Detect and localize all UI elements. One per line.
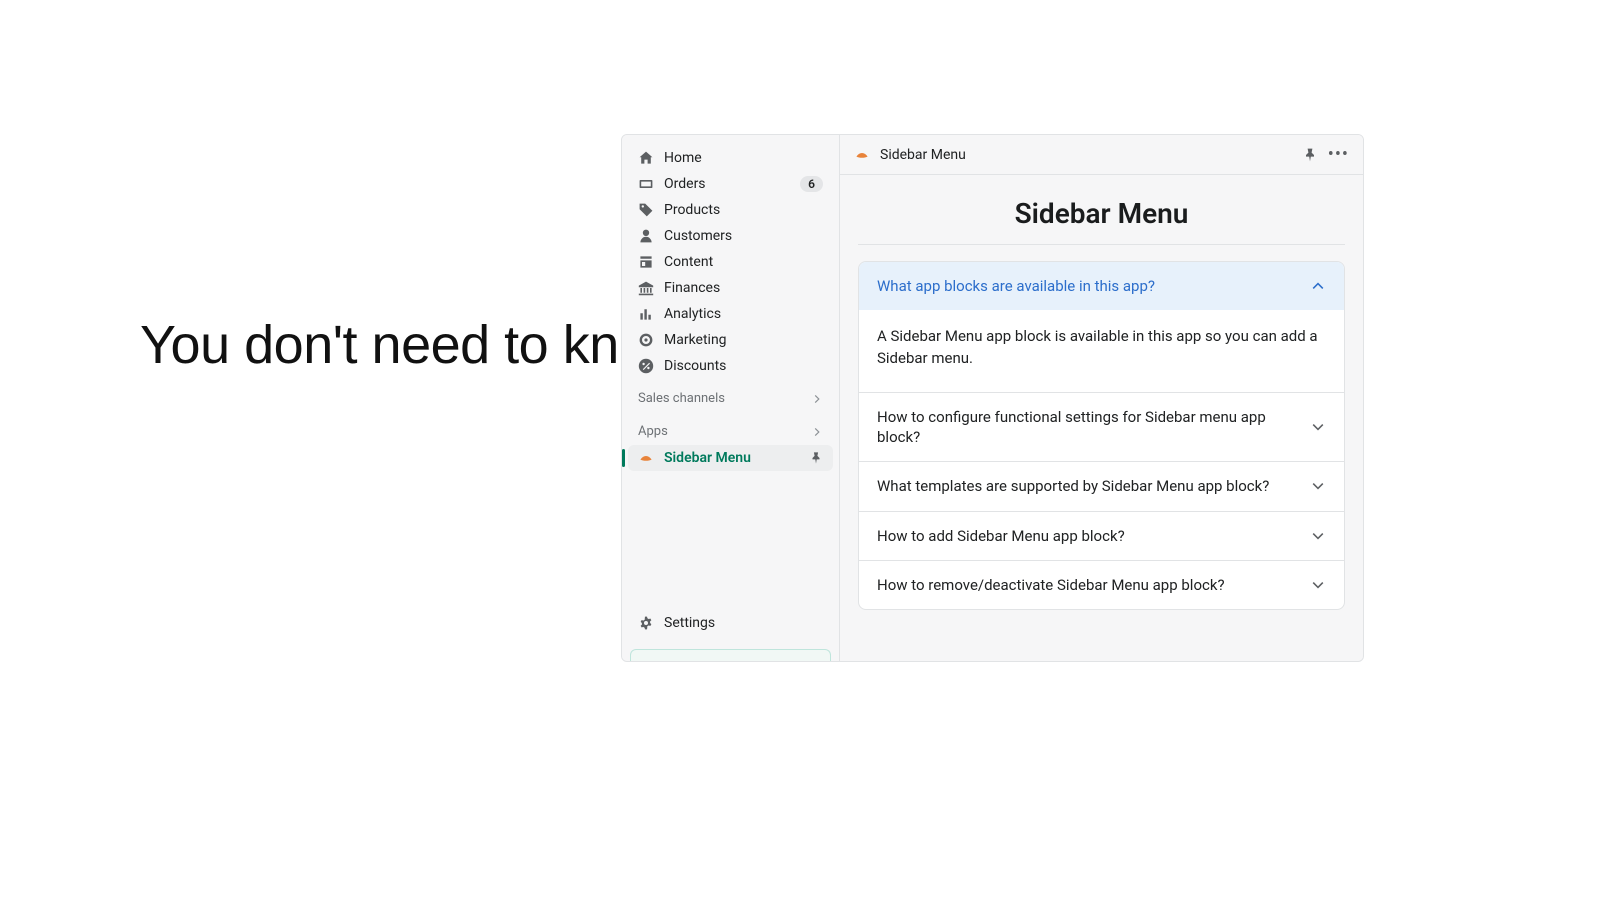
section-label: Apps: [638, 424, 668, 439]
faq-question: How to configure functional settings for…: [877, 407, 1298, 448]
chevron-right-icon: [811, 393, 823, 405]
tag-icon: [638, 202, 654, 218]
sidebar-item-sidebar-menu-app[interactable]: Sidebar Menu: [628, 445, 833, 471]
app-icon: [854, 147, 870, 163]
faq-toggle[interactable]: How to configure functional settings for…: [859, 393, 1344, 462]
orders-badge: 6: [800, 176, 823, 192]
settings-label: Settings: [664, 615, 715, 631]
faq-item: What app blocks are available in this ap…: [859, 262, 1344, 392]
app-topbar: Sidebar Menu •••: [840, 135, 1363, 175]
faq-toggle[interactable]: What app blocks are available in this ap…: [859, 262, 1344, 310]
chevron-down-icon: [1310, 419, 1326, 435]
app-window: Home Orders 6 Products Customers Content: [621, 134, 1364, 662]
content-area: Sidebar Menu What app blocks are availab…: [840, 175, 1363, 632]
chevron-down-icon: [1310, 577, 1326, 593]
sidebar-section-sales-channels[interactable]: Sales channels: [622, 379, 839, 412]
sidebar-item-label: Finances: [664, 280, 823, 296]
sidebar-item-content[interactable]: Content: [628, 249, 833, 275]
chevron-down-icon: [1310, 528, 1326, 544]
faq-item: What templates are supported by Sidebar …: [859, 461, 1344, 510]
sidebar-item-label: Content: [664, 254, 823, 270]
faq-accordion: What app blocks are available in this ap…: [858, 261, 1345, 610]
faq-toggle[interactable]: How to add Sidebar Menu app block?: [859, 512, 1344, 560]
sidebar-item-label: Customers: [664, 228, 823, 244]
app-icon: [638, 450, 654, 466]
sidebar-section-apps[interactable]: Apps: [622, 412, 839, 445]
sidebar-item-label: Products: [664, 202, 823, 218]
faq-answer: A Sidebar Menu app block is available in…: [859, 310, 1344, 392]
chevron-up-icon: [1310, 278, 1326, 294]
content-icon: [638, 254, 654, 270]
more-icon[interactable]: •••: [1328, 146, 1349, 164]
home-icon: [638, 150, 654, 166]
faq-question: How to add Sidebar Menu app block?: [877, 526, 1298, 546]
sidebar-item-customers[interactable]: Customers: [628, 223, 833, 249]
analytics-icon: [638, 306, 654, 322]
sidebar-item-orders[interactable]: Orders 6: [628, 171, 833, 197]
orders-icon: [638, 176, 654, 192]
sidebar-item-label: Analytics: [664, 306, 823, 322]
sidebar-item-label: Home: [664, 150, 823, 166]
faq-question: How to remove/deactivate Sidebar Menu ap…: [877, 575, 1298, 595]
sidebar-item-analytics[interactable]: Analytics: [628, 301, 833, 327]
page-title: Sidebar Menu: [858, 197, 1345, 230]
bank-icon: [638, 280, 654, 296]
sidebar-item-discounts[interactable]: Discounts: [628, 353, 833, 379]
faq-item: How to configure functional settings for…: [859, 392, 1344, 462]
faq-question: What app blocks are available in this ap…: [877, 276, 1298, 296]
faq-question: What templates are supported by Sidebar …: [877, 476, 1298, 496]
admin-sidebar: Home Orders 6 Products Customers Content: [622, 135, 840, 661]
sidebar-footer-card: [630, 649, 831, 661]
sidebar-item-finances[interactable]: Finances: [628, 275, 833, 301]
divider: [858, 244, 1345, 245]
faq-toggle[interactable]: How to remove/deactivate Sidebar Menu ap…: [859, 561, 1344, 609]
person-icon: [638, 228, 654, 244]
sidebar-item-marketing[interactable]: Marketing: [628, 327, 833, 353]
chevron-right-icon: [811, 426, 823, 438]
sidebar-item-products[interactable]: Products: [628, 197, 833, 223]
section-label: Sales channels: [638, 391, 725, 406]
main-panel: Sidebar Menu ••• Sidebar Menu What app b…: [840, 135, 1363, 661]
sidebar-item-label: Sidebar Menu: [664, 450, 799, 466]
discount-icon: [638, 358, 654, 374]
topbar-title: Sidebar Menu: [880, 147, 1292, 163]
faq-toggle[interactable]: What templates are supported by Sidebar …: [859, 462, 1344, 510]
sidebar-item-label: Marketing: [664, 332, 823, 348]
chevron-down-icon: [1310, 478, 1326, 494]
marketing-icon: [638, 332, 654, 348]
sidebar-item-home[interactable]: Home: [628, 145, 833, 171]
sidebar-item-label: Discounts: [664, 358, 823, 374]
pin-icon[interactable]: [809, 451, 823, 465]
faq-item: How to add Sidebar Menu app block?: [859, 511, 1344, 560]
gear-icon: [638, 615, 654, 631]
faq-item: How to remove/deactivate Sidebar Menu ap…: [859, 560, 1344, 609]
sidebar-item-settings[interactable]: Settings: [622, 605, 839, 641]
sidebar-item-label: Orders: [664, 176, 790, 192]
pin-icon[interactable]: [1302, 147, 1318, 163]
